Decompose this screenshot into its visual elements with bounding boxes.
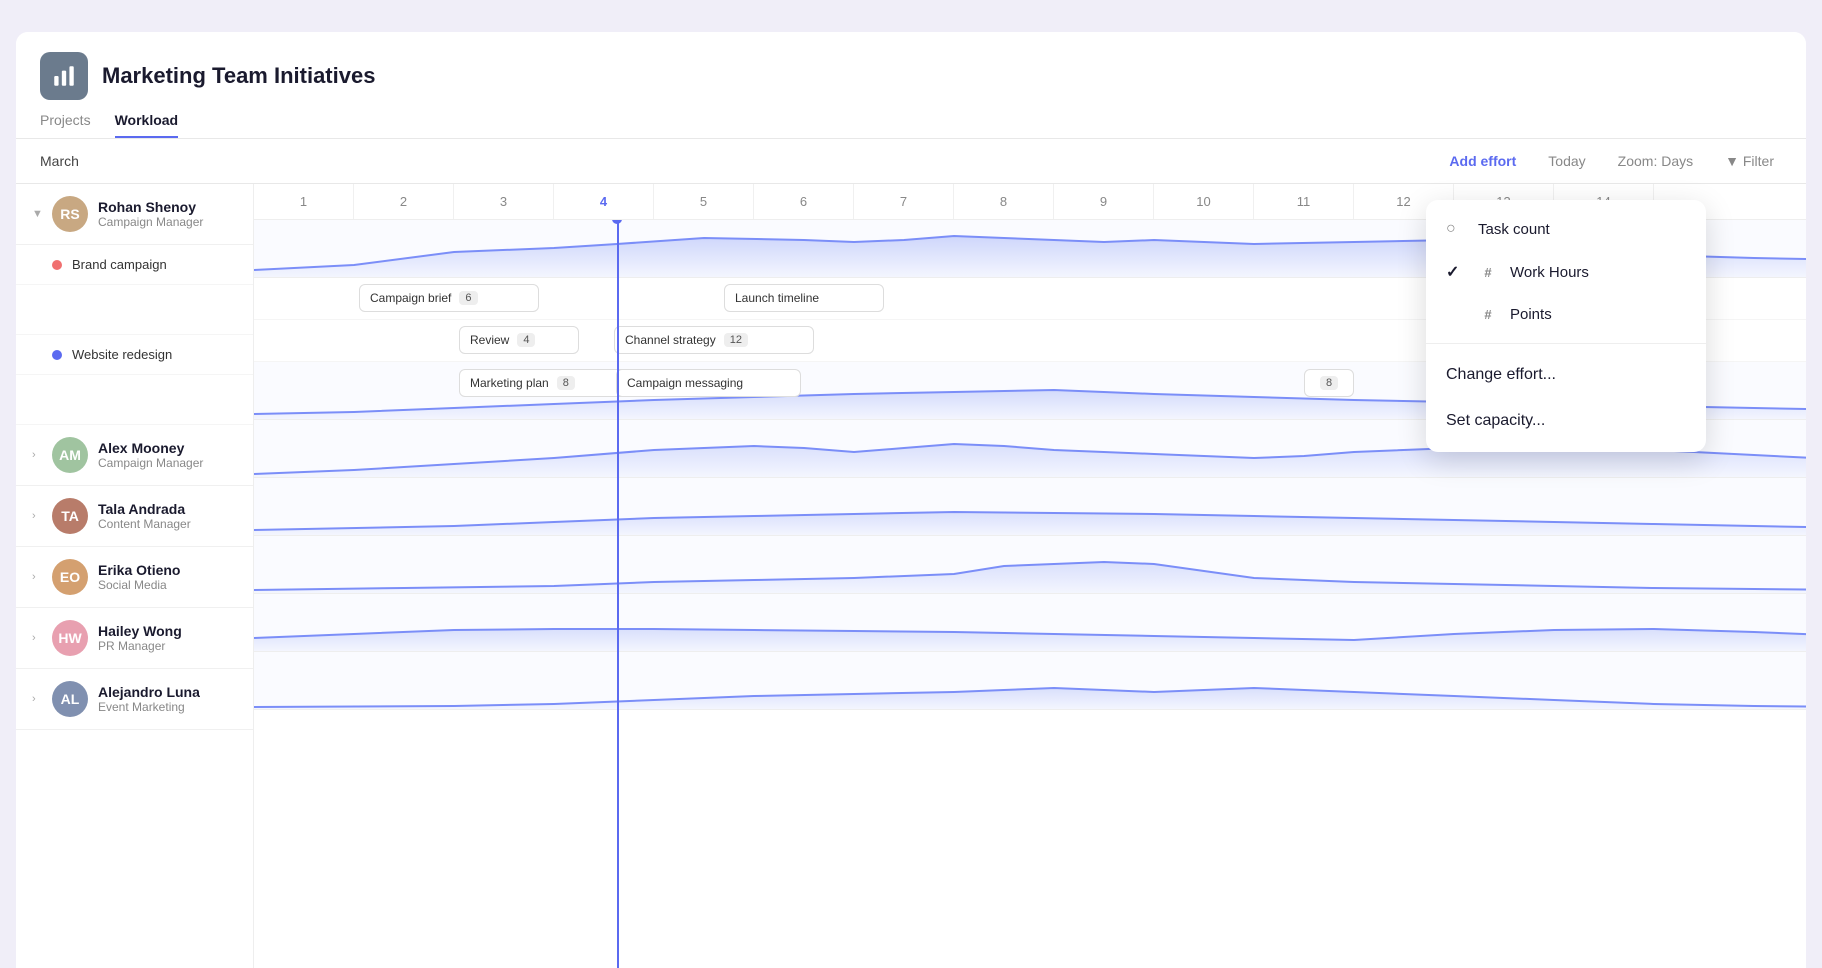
task-website-count[interactable]: 8 [1304,369,1354,397]
avatar-erika: EO [52,559,88,595]
task-launch-timeline[interactable]: Launch timeline [724,284,884,312]
erika-gantt-row [254,536,1806,594]
add-effort-button[interactable]: Add effort [1441,149,1524,173]
person-role-alex: Campaign Manager [98,456,203,470]
person-name-rohan: Rohan Shenoy [98,199,203,215]
person-row-erika[interactable]: › EO Erika Otieno Social Media [16,547,253,608]
day-10: 10 [1154,184,1254,219]
project-name-brand: Brand campaign [72,257,167,272]
person-row-hailey[interactable]: › HW Hailey Wong PR Manager [16,608,253,669]
app-title: Marketing Team Initiatives [102,63,375,89]
chevron-right-icon-hailey: › [32,632,44,644]
toolbar: March Add effort Today Zoom: Days ▼ Filt… [16,139,1806,183]
day-7: 7 [854,184,954,219]
person-row-alex[interactable]: › AM Alex Mooney Campaign Manager [16,425,253,486]
chevron-right-icon-alejandro: › [32,693,44,705]
day-3: 3 [454,184,554,219]
day-4: 4 [554,184,654,219]
dropdown-item-points[interactable]: # Points [1426,294,1706,335]
toolbar-month: March [40,153,1425,169]
avatar-alejandro: AL [52,681,88,717]
day-9: 9 [1054,184,1154,219]
avatar-hailey: HW [52,620,88,656]
erika-chart [254,536,1806,594]
person-role-rohan: Campaign Manager [98,215,203,229]
chevron-right-icon-erika: › [32,571,44,583]
hailey-chart [254,594,1806,652]
project-dot-website [52,350,62,360]
day-8: 8 [954,184,1054,219]
dropdown-menu: ○ Task count ✓ # Work Hours # Points Cha… [1426,200,1706,452]
person-name-erika: Erika Otieno [98,562,180,578]
task-campaign-brief[interactable]: Campaign brief 6 [359,284,539,312]
person-role-tala: Content Manager [98,517,191,531]
day-2: 2 [354,184,454,219]
day-5: 5 [654,184,754,219]
avatar-alex: AM [52,437,88,473]
person-name-alejandro: Alejandro Luna [98,684,200,700]
hailey-gantt-row [254,594,1806,652]
day-1: 1 [254,184,354,219]
person-name-alex: Alex Mooney [98,440,203,456]
tab-workload[interactable]: Workload [115,112,179,138]
person-row-tala[interactable]: › TA Tala Andrada Content Manager [16,486,253,547]
task-campaign-messaging[interactable]: Campaign messaging [616,369,801,397]
person-name-hailey: Hailey Wong [98,623,182,639]
header: Marketing Team Initiatives Projects Work… [16,32,1806,138]
dropdown-change-effort[interactable]: Change effort... [1426,352,1706,398]
tala-chart [254,478,1806,536]
filter-button[interactable]: ▼ Filter [1717,149,1782,173]
person-row-rohan[interactable]: ▼ RS Rohan Shenoy Campaign Manager [16,184,253,245]
checkmark-icon: ✓ [1446,262,1466,282]
person-role-erika: Social Media [98,578,180,592]
alejandro-gantt-row [254,652,1806,710]
person-role-alejandro: Event Marketing [98,700,200,714]
task-marketing-plan[interactable]: Marketing plan 8 [459,369,634,397]
day-6: 6 [754,184,854,219]
today-line [617,184,619,968]
project-dot-brand [52,260,62,270]
app-icon [40,52,88,100]
filter-icon: ▼ [1725,153,1743,169]
project-row-website[interactable]: Website redesign [16,335,253,375]
zoom-button[interactable]: Zoom: Days [1610,149,1701,173]
project-row-brand[interactable]: Brand campaign [16,245,253,285]
dropdown-item-task-count[interactable]: ○ Task count [1426,208,1706,250]
dropdown-effort-section: ○ Task count ✓ # Work Hours # Points [1426,200,1706,344]
project-name-website: Website redesign [72,347,172,362]
dropdown-item-work-hours[interactable]: ✓ # Work Hours [1426,250,1706,294]
dropdown-actions-section: Change effort... Set capacity... [1426,344,1706,452]
task-channel-strategy[interactable]: Channel strategy 12 [614,326,814,354]
tala-gantt-row [254,478,1806,536]
person-role-hailey: PR Manager [98,639,182,653]
person-row-alejandro[interactable]: › AL Alejandro Luna Event Marketing [16,669,253,730]
chevron-right-icon-alex: › [32,449,44,461]
left-panel: ▼ RS Rohan Shenoy Campaign Manager Brand… [16,184,254,968]
hash-icon-work: # [1478,265,1498,280]
tab-projects[interactable]: Projects [40,112,91,138]
dropdown-set-capacity[interactable]: Set capacity... [1426,398,1706,444]
alejandro-chart [254,652,1806,710]
hash-icon-points: # [1478,307,1498,322]
chevron-down-icon: ▼ [32,208,44,220]
circle-check-icon: ○ [1446,220,1466,238]
person-name-tala: Tala Andrada [98,501,191,517]
day-11: 11 [1254,184,1354,219]
chevron-right-icon-tala: › [32,510,44,522]
tabs: Projects Workload [40,112,1782,138]
today-button[interactable]: Today [1540,149,1593,173]
avatar-rohan: RS [52,196,88,232]
task-review[interactable]: Review 4 [459,326,579,354]
avatar-tala: TA [52,498,88,534]
